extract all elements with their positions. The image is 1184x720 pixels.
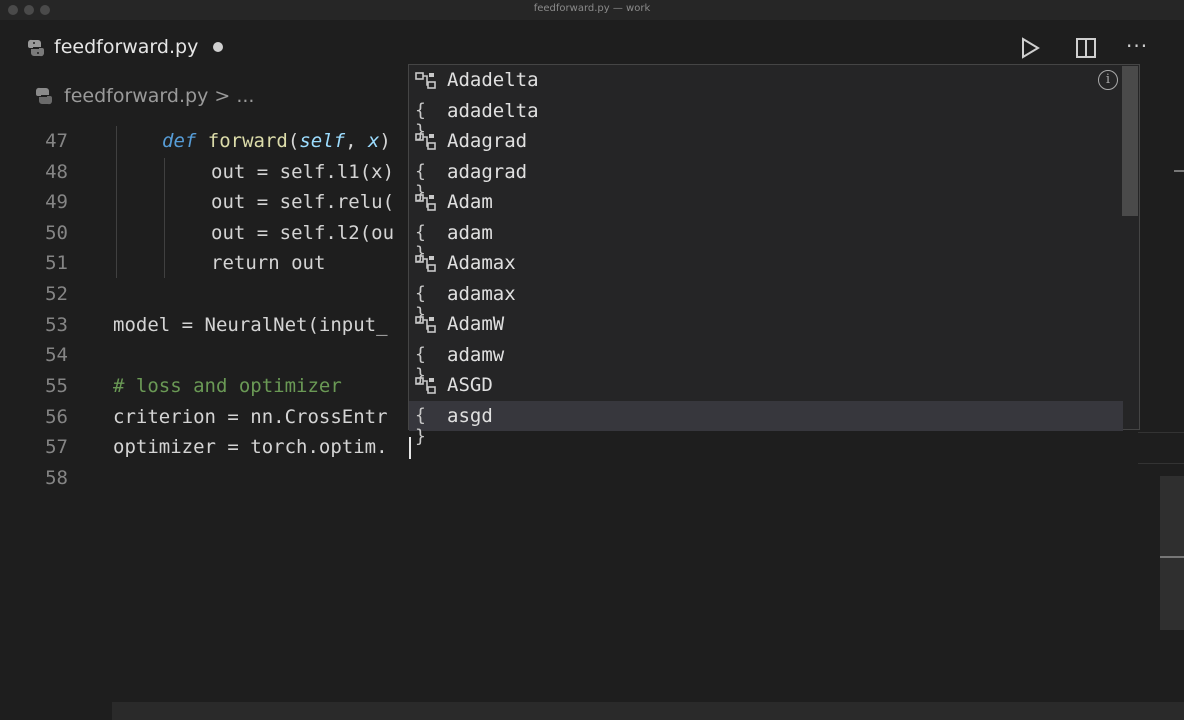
breadcrumb-ellipsis[interactable]: ... <box>236 85 254 107</box>
suggestion-label: Adamax <box>447 252 516 274</box>
suggestion-item-asgd[interactable]: { } asgd <box>409 400 1123 447</box>
current-line-highlight <box>1138 432 1184 464</box>
line-number: 55 <box>45 375 68 397</box>
breadcrumb-file[interactable]: feedforward.py <box>64 85 208 107</box>
class-icon <box>415 316 436 333</box>
tab-filename: feedforward.py <box>54 36 199 58</box>
suggestion-label: adadelta <box>447 99 539 122</box>
class-icon <box>415 377 436 394</box>
suggestion-item-Adam[interactable]: Adam <box>409 187 1123 217</box>
line-number: 53 <box>45 314 68 336</box>
play-icon[interactable] <box>1018 36 1042 60</box>
code-text: out = self.l2(ou <box>211 222 395 244</box>
autocomplete-suggestions[interactable]: Adadelta{ } adadelta Adagrad{ } adagrad Adam… <box>408 64 1140 447</box>
class-icon <box>415 72 436 89</box>
class-icon <box>415 255 436 272</box>
suggestion-item-adamw[interactable]: { } adamw <box>409 340 1123 386</box>
suggestion-item-adadelta[interactable]: { } adadelta <box>409 96 1123 142</box>
class-icon <box>415 194 436 211</box>
suggestion-label: asgd <box>447 404 493 427</box>
suggestion-item-adagrad[interactable]: { } adagrad <box>409 157 1123 203</box>
code-text: def forward(self, x) <box>162 130 391 152</box>
horizontal-scrollbar[interactable] <box>112 702 1184 720</box>
code-text: return out <box>211 252 326 274</box>
code-comment: # loss and optimizer <box>113 375 342 397</box>
line-number: 52 <box>45 283 68 305</box>
window-title: feedforward.py — work <box>533 3 651 14</box>
minimap-marker <box>1174 170 1184 172</box>
code-line-58[interactable]: 58 <box>0 463 1184 493</box>
suggestion-item-adamax[interactable]: { } adamax <box>409 279 1123 325</box>
line-number: 58 <box>45 467 68 489</box>
unsaved-indicator <box>213 42 223 52</box>
class-icon <box>415 133 436 150</box>
info-icon[interactable]: i <box>1098 70 1118 90</box>
python-file-icon <box>27 39 45 57</box>
line-number: 50 <box>45 222 68 244</box>
suggestion-label: adam <box>447 221 493 244</box>
code-text: out = self.relu( <box>211 191 395 213</box>
more-actions-icon[interactable]: ··· <box>1126 34 1148 58</box>
breadcrumb[interactable]: feedforward.py > ... <box>64 85 254 107</box>
code-text: criterion = nn.CrossEntr <box>113 406 388 428</box>
suggestion-label: AdamW <box>447 313 505 335</box>
suggestion-item-ASGD[interactable]: ASGD <box>409 370 1123 400</box>
code-text: out = self.l1(x) <box>211 161 395 183</box>
code-text: optimizer = torch.optim. <box>113 436 388 458</box>
suggestion-label: Adagrad <box>447 130 528 152</box>
line-number: 57 <box>45 436 68 458</box>
line-number: 48 <box>45 161 68 183</box>
suggestion-label: adamw <box>447 343 505 366</box>
line-number: 56 <box>45 406 68 428</box>
line-number: 47 <box>45 130 68 152</box>
code-text: model = NeuralNet(input_ <box>113 314 388 336</box>
split-editor-icon[interactable] <box>1074 36 1098 60</box>
suggestion-label: ASGD <box>447 374 493 396</box>
minimap-slider[interactable] <box>1160 476 1184 630</box>
line-number: 51 <box>45 252 68 274</box>
suggestion-label: Adadelta <box>447 69 539 91</box>
minimap-marker <box>1160 556 1184 558</box>
suggestion-item-AdamW[interactable]: AdamW <box>409 309 1123 339</box>
suggestion-item-Adagrad[interactable]: Adagrad <box>409 126 1123 156</box>
suggestion-item-Adamax[interactable]: Adamax <box>409 248 1123 278</box>
line-number: 49 <box>45 191 68 213</box>
suggestion-item-adam[interactable]: { } adam <box>409 218 1123 264</box>
breadcrumb-python-icon <box>35 87 53 105</box>
suggestion-label: adamax <box>447 282 516 305</box>
code-line-57[interactable]: 57 optimizer = torch.optim. <box>0 432 1184 462</box>
text-cursor <box>409 437 411 459</box>
suggestion-item-Adadelta[interactable]: Adadelta <box>409 65 1123 95</box>
suggestions-scrollbar[interactable] <box>1122 66 1138 216</box>
suggestion-label: adagrad <box>447 160 528 183</box>
suggestion-label: Adam <box>447 191 493 213</box>
window-titlebar: feedforward.py — work <box>0 0 1184 20</box>
breadcrumb-separator: > <box>214 85 231 107</box>
module-icon: { } <box>415 404 426 447</box>
line-number: 54 <box>45 344 68 366</box>
